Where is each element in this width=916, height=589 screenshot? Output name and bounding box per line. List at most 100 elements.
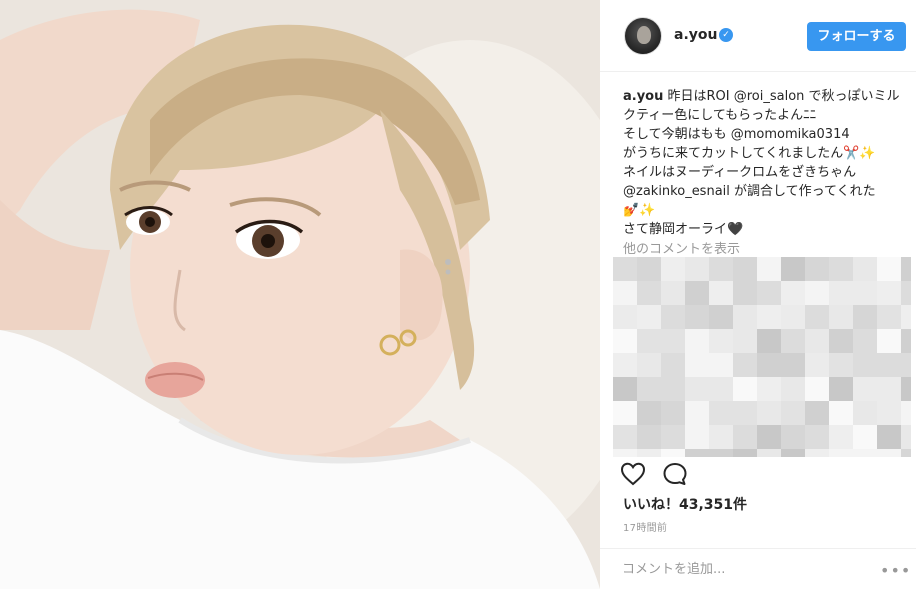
- mosaic-tile: [685, 305, 709, 329]
- mosaic-tile: [829, 281, 853, 305]
- mosaic-tile: [901, 257, 911, 281]
- mosaic-tile: [853, 401, 877, 425]
- mosaic-tile: [661, 425, 685, 449]
- mosaic-tile: [877, 449, 901, 457]
- mosaic-tile: [781, 329, 805, 353]
- mosaic-tile: [901, 425, 911, 449]
- mosaic-tile: [709, 377, 733, 401]
- mosaic-tile: [829, 401, 853, 425]
- mosaic-tile: [781, 305, 805, 329]
- heart-icon[interactable]: [620, 461, 646, 487]
- mosaic-tile: [829, 329, 853, 353]
- mosaic-tile: [757, 377, 781, 401]
- post-photo[interactable]: [0, 0, 600, 589]
- mosaic-tile: [733, 401, 757, 425]
- mosaic-tile: [685, 425, 709, 449]
- mosaic-tile: [637, 281, 661, 305]
- mosaic-tile: [901, 281, 911, 305]
- caption-line-2: そして今朝はもも: [623, 127, 731, 142]
- mosaic-tile: [829, 377, 853, 401]
- mosaic-tile: [733, 329, 757, 353]
- mosaic-tile: [733, 377, 757, 401]
- mosaic-tile: [877, 401, 901, 425]
- mosaic-tile: [901, 449, 911, 457]
- comment-input[interactable]: [622, 559, 862, 579]
- mention-momomika[interactable]: @momomika0314: [731, 127, 850, 142]
- post-sidebar: a.you ✓ フォローする a.you 昨日はROI @roi_salon で…: [600, 0, 916, 589]
- mosaic-tile: [661, 377, 685, 401]
- more-options-icon[interactable]: •••: [880, 561, 911, 580]
- mosaic-tile: [805, 305, 829, 329]
- mosaic-tile: [877, 257, 901, 281]
- like-count[interactable]: いいね！43,351件: [623, 494, 747, 514]
- caption-username[interactable]: a.you: [623, 89, 663, 104]
- mosaic-tile: [781, 257, 805, 281]
- mosaic-tile: [853, 377, 877, 401]
- mosaic-tile: [829, 257, 853, 281]
- mosaic-tile: [733, 281, 757, 305]
- mosaic-tile: [757, 425, 781, 449]
- mosaic-tile: [877, 281, 901, 305]
- mosaic-tile: [877, 329, 901, 353]
- mosaic-tile: [733, 257, 757, 281]
- post-actions: [620, 459, 720, 489]
- mosaic-tile: [709, 401, 733, 425]
- mosaic-tile: [613, 329, 637, 353]
- mosaic-tile: [685, 329, 709, 353]
- mosaic-tile: [805, 329, 829, 353]
- selfie-illustration: [0, 0, 600, 589]
- mosaic-tile: [733, 305, 757, 329]
- mosaic-tile: [829, 305, 853, 329]
- mosaic-tile: [637, 305, 661, 329]
- mosaic-tile: [853, 329, 877, 353]
- mosaic-tile: [709, 281, 733, 305]
- mosaic-tile: [637, 329, 661, 353]
- mosaic-tile: [805, 401, 829, 425]
- mosaic-tile: [613, 425, 637, 449]
- mosaic-tile: [733, 449, 757, 457]
- view-more-comments-link[interactable]: 他のコメントを表示: [623, 238, 740, 257]
- pixelated-comments-area: [613, 257, 911, 457]
- mosaic-tile: [709, 305, 733, 329]
- mosaic-tile: [805, 353, 829, 377]
- mosaic-tile: [829, 449, 853, 457]
- mosaic-tile: [877, 377, 901, 401]
- mosaic-tile: [685, 377, 709, 401]
- caption-text-3: が調合して作ってくれた: [729, 184, 876, 199]
- mosaic-tile: [805, 377, 829, 401]
- mosaic-tile: [805, 425, 829, 449]
- caption-line-3: がうちに来てカットしてくれましたん✂️✨: [623, 146, 876, 161]
- caption-line-5: 💅✨: [623, 203, 656, 218]
- mosaic-tile: [661, 401, 685, 425]
- mention-zakinko[interactable]: @zakinko_esnail: [623, 184, 730, 199]
- mosaic-tile: [637, 353, 661, 377]
- mosaic-tile: [853, 449, 877, 457]
- mosaic-tile: [661, 281, 685, 305]
- mosaic-tile: [757, 353, 781, 377]
- mention-roi-salon[interactable]: @roi_salon: [734, 89, 805, 104]
- mosaic-tile: [613, 281, 637, 305]
- follow-button[interactable]: フォローする: [807, 22, 906, 51]
- mosaic-tile: [661, 257, 685, 281]
- mosaic-tile: [757, 257, 781, 281]
- mosaic-tile: [685, 281, 709, 305]
- mosaic-tile: [709, 353, 733, 377]
- mosaic-tile: [613, 305, 637, 329]
- avatar[interactable]: [624, 17, 662, 55]
- mosaic-tile: [709, 257, 733, 281]
- mosaic-tile: [661, 449, 685, 457]
- mosaic-tile: [637, 401, 661, 425]
- mosaic-tile: [853, 425, 877, 449]
- mosaic-tile: [877, 305, 901, 329]
- mosaic-tile: [853, 281, 877, 305]
- mosaic-tile: [709, 449, 733, 457]
- mosaic-tile: [637, 425, 661, 449]
- mosaic-tile: [901, 305, 911, 329]
- mosaic-tile: [781, 401, 805, 425]
- post-timestamp[interactable]: 17時間前: [623, 519, 667, 534]
- mosaic-tile: [613, 449, 637, 457]
- mosaic-tile: [781, 353, 805, 377]
- caption-text-1: 昨日はROI: [663, 89, 734, 104]
- username-link[interactable]: a.you: [674, 27, 717, 43]
- speech-bubble-icon[interactable]: [662, 461, 688, 487]
